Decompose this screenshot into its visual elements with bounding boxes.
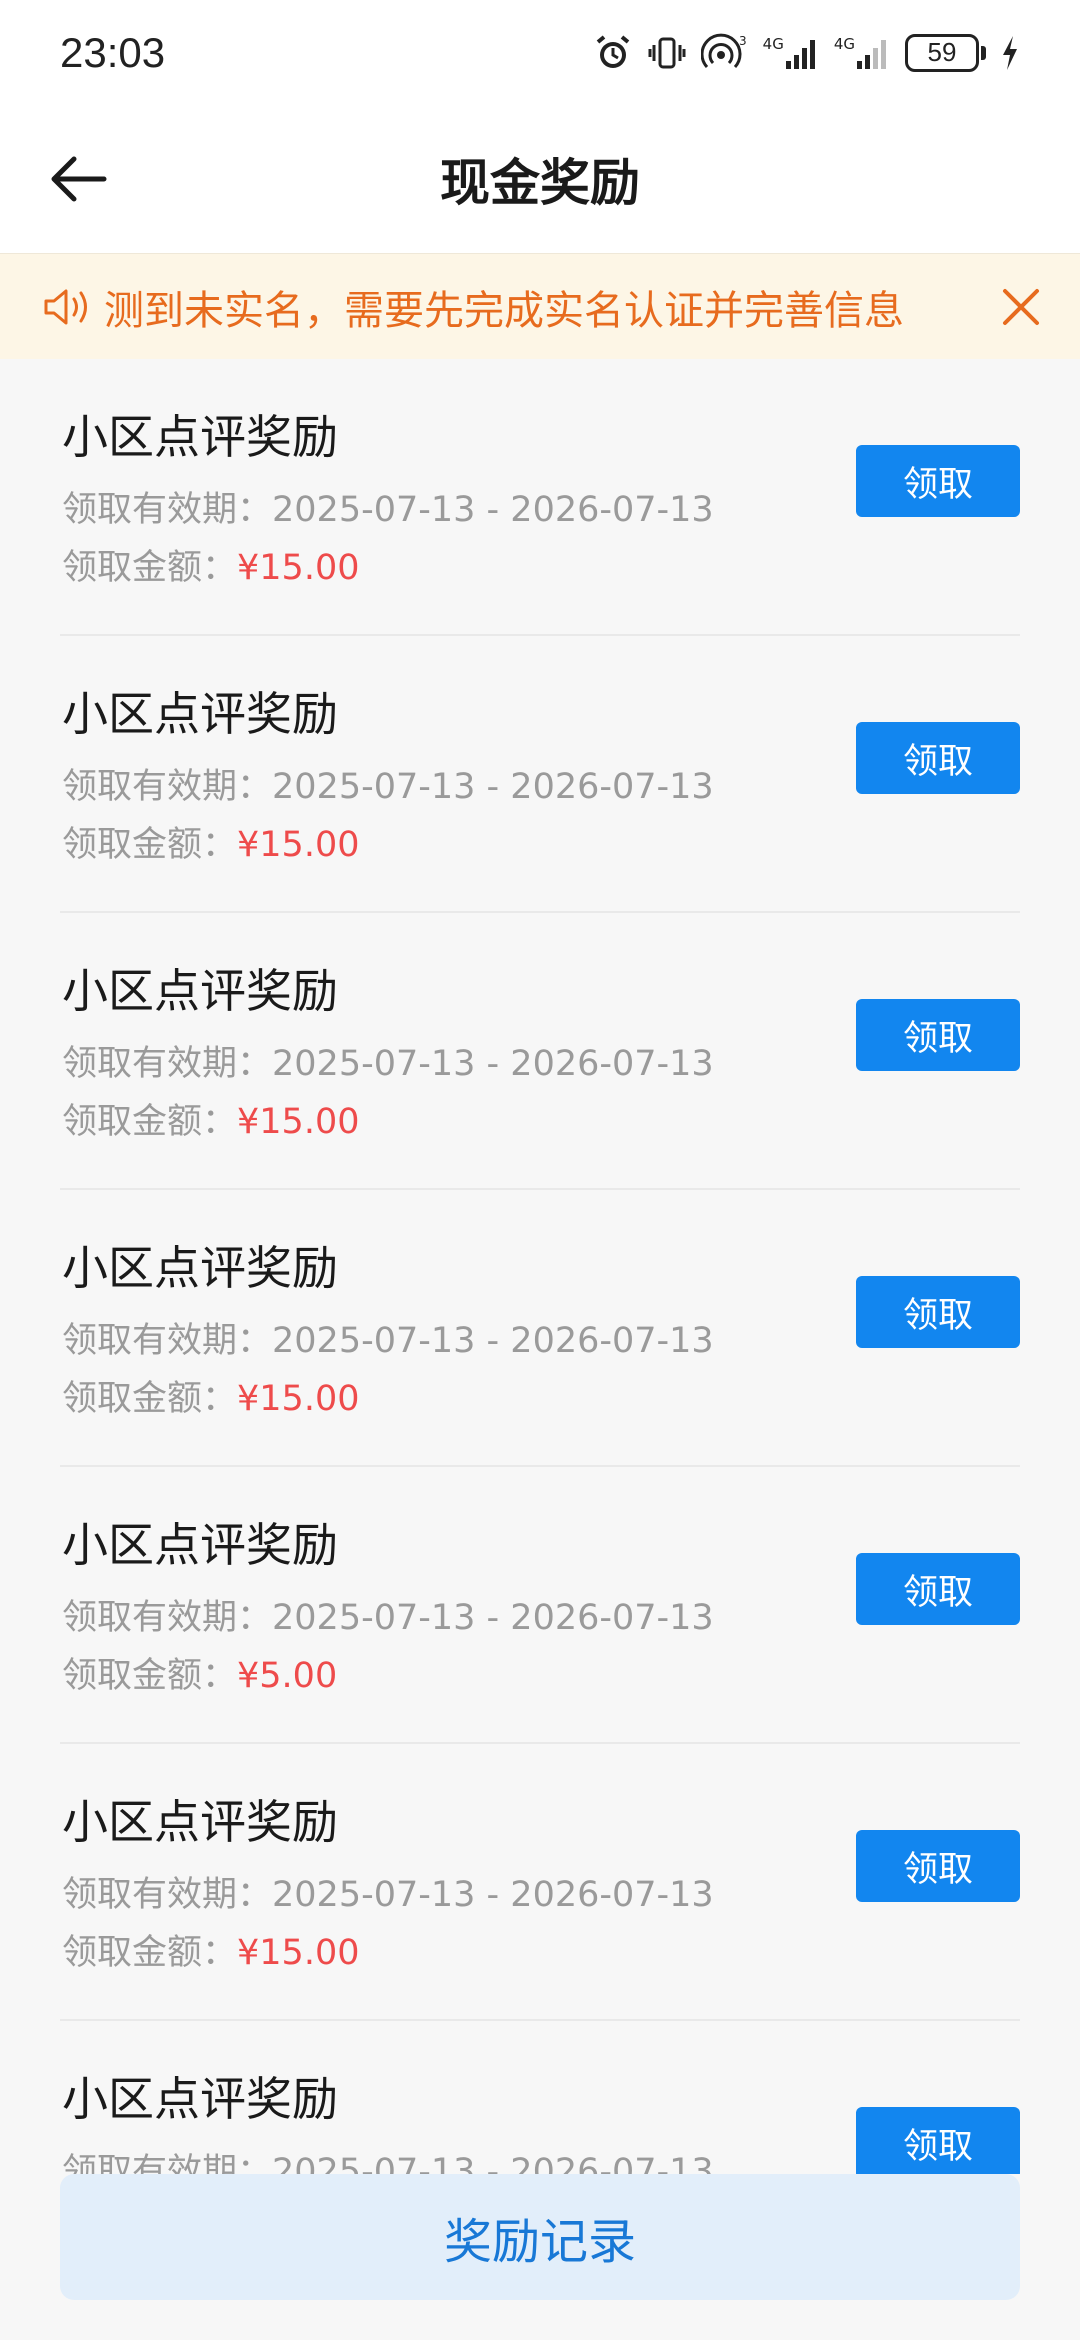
battery-level: 59 (905, 33, 979, 72)
claim-button[interactable]: 领取 (856, 722, 1020, 794)
bottom-bar: 奖励记录 (0, 2174, 1080, 2340)
claim-button[interactable]: 领取 (856, 1276, 1020, 1348)
cash-reward-page: 23:03 3 4G 4G 59 现金奖励 测到未实名，需要先完成实名认证并完善… (0, 0, 1080, 2340)
reward-period: 领取有效期：2025-07-13 - 2026-07-13 (62, 1875, 714, 1915)
notice-banner: 测到未实名，需要先完成实名认证并完善信息 (0, 253, 1080, 359)
reward-amount: 领取金额：¥15.00 (62, 1379, 360, 1419)
reward-item: 小区点评奖励 领取有效期：2025-07-13 - 2026-07-13 领取金… (60, 636, 1020, 913)
nav-bar: 现金奖励 (0, 105, 1080, 253)
reward-amount: 领取金额：¥15.00 (62, 1933, 360, 1973)
status-icons: 3 4G 4G 59 (593, 33, 1020, 73)
reward-title: 小区点评奖励 (62, 1795, 338, 1849)
reward-item: 小区点评奖励 领取有效期：2025-07-13 - 2026-07-13 领取金… (60, 1190, 1020, 1467)
close-icon (1003, 288, 1039, 325)
battery-cap (981, 45, 986, 60)
arrow-left-icon (51, 156, 107, 202)
status-bar: 23:03 3 4G 4G 59 (0, 0, 1080, 105)
reward-period: 领取有效期：2025-07-13 - 2026-07-13 (62, 1598, 714, 1638)
reward-period: 领取有效期：2025-07-13 - 2026-07-13 (62, 2152, 714, 2174)
claim-button[interactable]: 领取 (856, 1830, 1020, 1902)
signal-icon: 4G (834, 35, 891, 71)
claim-button[interactable]: 领取 (856, 1553, 1020, 1625)
reward-period: 领取有效期：2025-07-13 - 2026-07-13 (62, 1044, 714, 1084)
reward-item: 小区点评奖励 领取有效期：2025-07-13 - 2026-07-13 领取金… (60, 913, 1020, 1190)
reward-title: 小区点评奖励 (62, 1518, 338, 1572)
claim-button[interactable]: 领取 (856, 2107, 1020, 2174)
reward-period: 领取有效期：2025-07-13 - 2026-07-13 (62, 490, 714, 530)
back-button[interactable] (38, 139, 118, 219)
reward-amount: 领取金额：¥5.00 (62, 1656, 338, 1696)
notice-close-button[interactable] (986, 272, 1056, 342)
reward-title: 小区点评奖励 (62, 687, 338, 741)
vibrate-icon (647, 33, 687, 73)
reward-item: 小区点评奖励 领取有效期：2025-07-13 - 2026-07-13 领取金… (60, 359, 1020, 636)
notice-text: 测到未实名，需要先完成实名认证并完善信息 (104, 287, 904, 334)
status-time: 23:03 (60, 28, 166, 76)
claim-button[interactable]: 领取 (856, 445, 1020, 517)
reward-title: 小区点评奖励 (62, 410, 338, 464)
svg-text:3: 3 (739, 34, 747, 48)
charging-icon (1000, 34, 1020, 72)
battery-icon: 59 (905, 33, 986, 72)
claim-button[interactable]: 领取 (856, 999, 1020, 1071)
reward-title: 小区点评奖励 (62, 1241, 338, 1295)
reward-period: 领取有效期：2025-07-13 - 2026-07-13 (62, 1321, 714, 1361)
signal-icon: 4G (763, 35, 820, 71)
reward-period: 领取有效期：2025-07-13 - 2026-07-13 (62, 767, 714, 807)
alarm-icon (593, 33, 633, 73)
reward-amount: 领取金额：¥15.00 (62, 825, 360, 865)
reward-title: 小区点评奖励 (62, 964, 338, 1018)
reward-item: 小区点评奖励 领取有效期：2025-07-13 - 2026-07-13 领取金… (60, 1744, 1020, 2021)
speaker-icon (40, 279, 96, 335)
reward-item: 小区点评奖励 领取有效期：2025-07-13 - 2026-07-13 领取金… (60, 1467, 1020, 1744)
page-title: 现金奖励 (440, 154, 640, 212)
reward-amount: 领取金额：¥15.00 (62, 1102, 360, 1142)
reward-title: 小区点评奖励 (62, 2072, 338, 2126)
reward-item: 小区点评奖励 领取有效期：2025-07-13 - 2026-07-13 领取金… (60, 2021, 1020, 2174)
reward-amount: 领取金额：¥15.00 (62, 548, 360, 588)
reward-record-button[interactable]: 奖励记录 (60, 2174, 1020, 2300)
hotspot-icon: 3 (700, 33, 749, 73)
reward-list[interactable]: 小区点评奖励 领取有效期：2025-07-13 - 2026-07-13 领取金… (0, 359, 1080, 2174)
